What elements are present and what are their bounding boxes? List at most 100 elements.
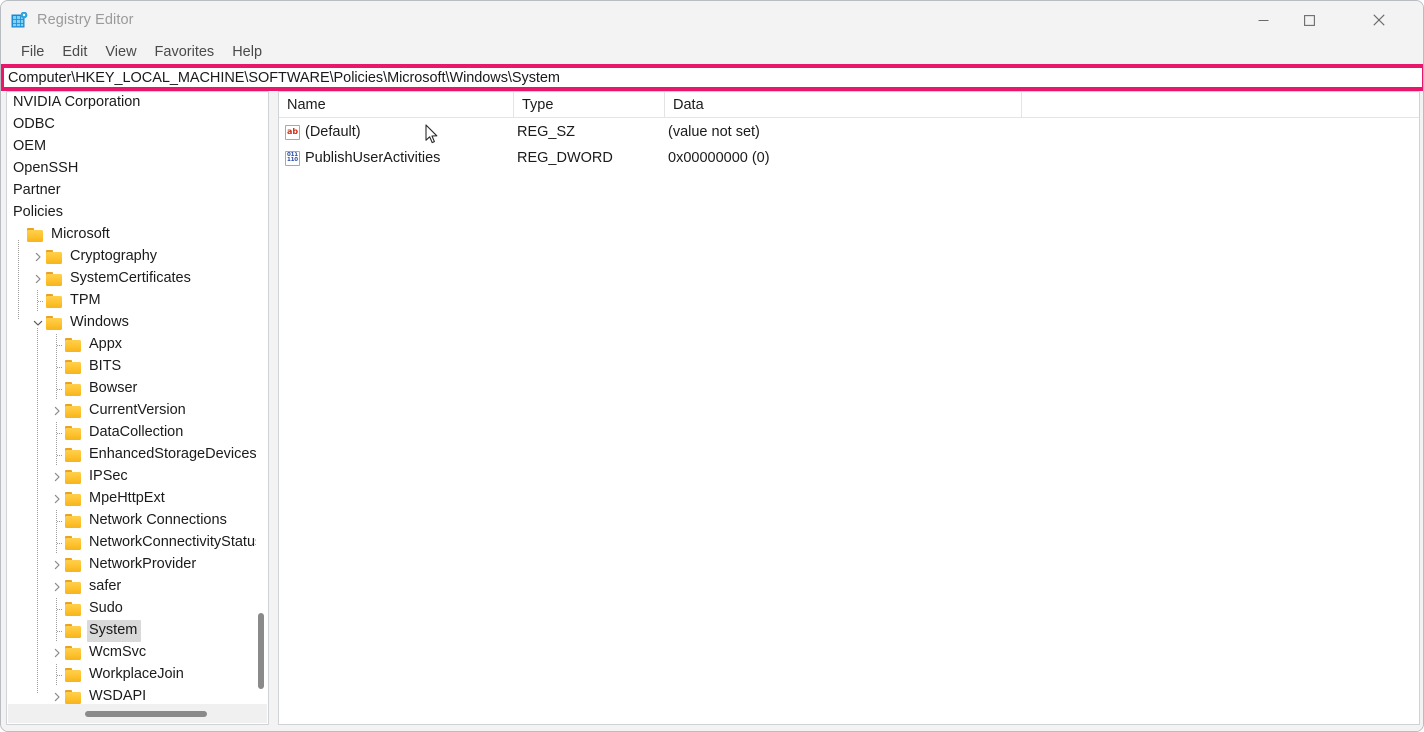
folder-icon <box>65 580 82 594</box>
tree-item-label: TPM <box>70 292 101 308</box>
chevron-right-icon[interactable] <box>49 400 65 422</box>
tree-item-sudo[interactable]: Sudo <box>7 598 257 620</box>
menu-bar: File Edit View Favorites Help <box>1 39 1423 65</box>
tree-item-datacollection[interactable]: DataCollection <box>7 422 257 444</box>
close-button[interactable] <box>1356 1 1402 39</box>
tree-item-cryptography[interactable]: Cryptography <box>7 246 257 268</box>
tree-item-tpm[interactable]: TPM <box>7 290 257 312</box>
tree-item-label: Cryptography <box>70 248 158 264</box>
window-title: Registry Editor <box>37 12 134 28</box>
value-name: PublishUserActivities <box>305 150 441 166</box>
chevron-right-icon[interactable] <box>49 576 65 598</box>
tree-item-enhancedstoragedevices[interactable]: EnhancedStorageDevices <box>7 444 257 466</box>
chevron-right-icon[interactable] <box>49 554 65 576</box>
folder-icon <box>27 228 44 242</box>
tree-item-microsoft[interactable]: Microsoft <box>7 224 257 246</box>
chevron-right-icon[interactable] <box>49 466 65 488</box>
column-header-data[interactable]: Data <box>665 92 1022 118</box>
tree-item-appx[interactable]: Appx <box>7 334 257 356</box>
folder-icon <box>65 338 82 352</box>
folder-icon <box>46 272 63 286</box>
registry-tree[interactable]: NVIDIA Corporation ODBC OEM OpenSSH Partner P… <box>7 92 257 705</box>
tree-item-label: DataCollection <box>89 424 184 440</box>
tree-connector <box>49 664 65 686</box>
registry-tree-panel: NVIDIA Corporation ODBC OEM OpenSSH Partner P… <box>6 91 269 725</box>
menu-edit[interactable]: Edit <box>53 42 96 63</box>
column-header-type[interactable]: Type <box>514 92 665 118</box>
tree-item-label: NetworkProvider <box>89 556 197 572</box>
maximize-button[interactable] <box>1286 1 1332 39</box>
column-header-name[interactable]: Name <box>279 92 514 118</box>
tree-item-label: Sudo <box>89 600 123 616</box>
tree-item-ipsec[interactable]: IPSec <box>7 466 257 488</box>
tree-horizontal-scrollbar[interactable] <box>8 704 267 723</box>
tree-item-networkprovider[interactable]: NetworkProvider <box>7 554 257 576</box>
tree-item-nvidia-corporation[interactable]: NVIDIA Corporation <box>7 92 257 114</box>
chevron-right-icon[interactable] <box>30 268 46 290</box>
tree-item-windows[interactable]: Windows <box>7 312 257 334</box>
menu-file[interactable]: File <box>12 42 53 63</box>
tree-item-label: Microsoft <box>51 226 110 242</box>
tree-item-system[interactable]: System <box>7 620 257 642</box>
tree-item-bowser[interactable]: Bowser <box>7 378 257 400</box>
tree-item-label: safer <box>89 578 122 594</box>
tree-item-label: SystemCertificates <box>70 270 191 286</box>
chevron-down-icon[interactable] <box>30 312 46 334</box>
folder-icon <box>65 382 82 396</box>
folder-icon <box>65 558 82 572</box>
menu-view[interactable]: View <box>96 42 145 63</box>
folder-icon <box>46 316 63 330</box>
folder-icon <box>65 536 82 550</box>
tree-item-label: MpeHttpExt <box>89 490 165 506</box>
title-bar: Registry Editor <box>1 1 1423 39</box>
chevron-right-icon[interactable] <box>49 488 65 510</box>
tree-item-openssh[interactable]: OpenSSH <box>7 158 257 180</box>
tree-vertical-scrollbar[interactable] <box>256 93 267 704</box>
tree-item-network-connections[interactable]: Network Connections <box>7 510 257 532</box>
tree-guide-line <box>37 328 38 694</box>
tree-item-odbc[interactable]: ODBC <box>7 114 257 136</box>
folder-icon <box>65 492 82 506</box>
panel-splitter[interactable] <box>269 91 278 725</box>
tree-vertical-scroll-thumb[interactable] <box>258 613 264 689</box>
table-row[interactable]: ab (Default) REG_SZ (value not set) <box>279 120 1419 144</box>
tree-item-systemcertificates[interactable]: SystemCertificates <box>7 268 257 290</box>
tree-connector <box>49 620 65 642</box>
values-list-header: Name Type Data <box>279 92 1419 118</box>
chevron-right-icon[interactable] <box>49 686 65 705</box>
tree-connector <box>11 224 27 246</box>
tree-item-wsdapi[interactable]: WSDAPI <box>7 686 257 705</box>
tree-connector <box>49 356 65 378</box>
tree-item-currentversion[interactable]: CurrentVersion <box>7 400 257 422</box>
chevron-right-icon[interactable] <box>30 246 46 268</box>
menu-help[interactable]: Help <box>223 42 271 63</box>
tree-item-label: Partner <box>13 182 61 198</box>
tree-item-label: System <box>87 620 142 642</box>
tree-connector <box>49 378 65 400</box>
tree-connector <box>49 422 65 444</box>
tree-item-label: Bowser <box>89 380 138 396</box>
table-row[interactable]: 011 110 PublishUserActivities REG_DWORD 0x00… <box>279 146 1419 170</box>
tree-item-oem[interactable]: OEM <box>7 136 257 158</box>
chevron-right-icon[interactable] <box>49 642 65 664</box>
value-name: (Default) <box>305 124 361 140</box>
tree-item-label: OEM <box>13 138 47 154</box>
menu-favorites[interactable]: Favorites <box>146 42 224 63</box>
tree-item-wcmsvc[interactable]: WcmSvc <box>7 642 257 664</box>
minimize-button[interactable] <box>1240 1 1286 39</box>
tree-item-bits[interactable]: BITS <box>7 356 257 378</box>
value-name-cell: ab (Default) <box>285 124 361 140</box>
tree-item-workplacejoin[interactable]: WorkplaceJoin <box>7 664 257 686</box>
address-bar[interactable]: Computer\HKEY_LOCAL_MACHINE\SOFTWARE\Pol… <box>1 64 1423 91</box>
tree-item-label: IPSec <box>89 468 128 484</box>
tree-horizontal-scroll-thumb[interactable] <box>85 711 207 717</box>
folder-icon <box>65 602 82 616</box>
tree-connector <box>49 444 65 466</box>
tree-item-partner[interactable]: Partner <box>7 180 257 202</box>
tree-item-safer[interactable]: safer <box>7 576 257 598</box>
tree-item-mpehttpext[interactable]: MpeHttpExt <box>7 488 257 510</box>
value-data: (value not set) <box>668 124 760 140</box>
tree-item-networkconnectivitystatusindicator[interactable]: NetworkConnectivityStatusIndicator <box>7 532 257 554</box>
tree-guide-line <box>18 240 19 320</box>
tree-item-policies[interactable]: Policies <box>7 202 257 224</box>
